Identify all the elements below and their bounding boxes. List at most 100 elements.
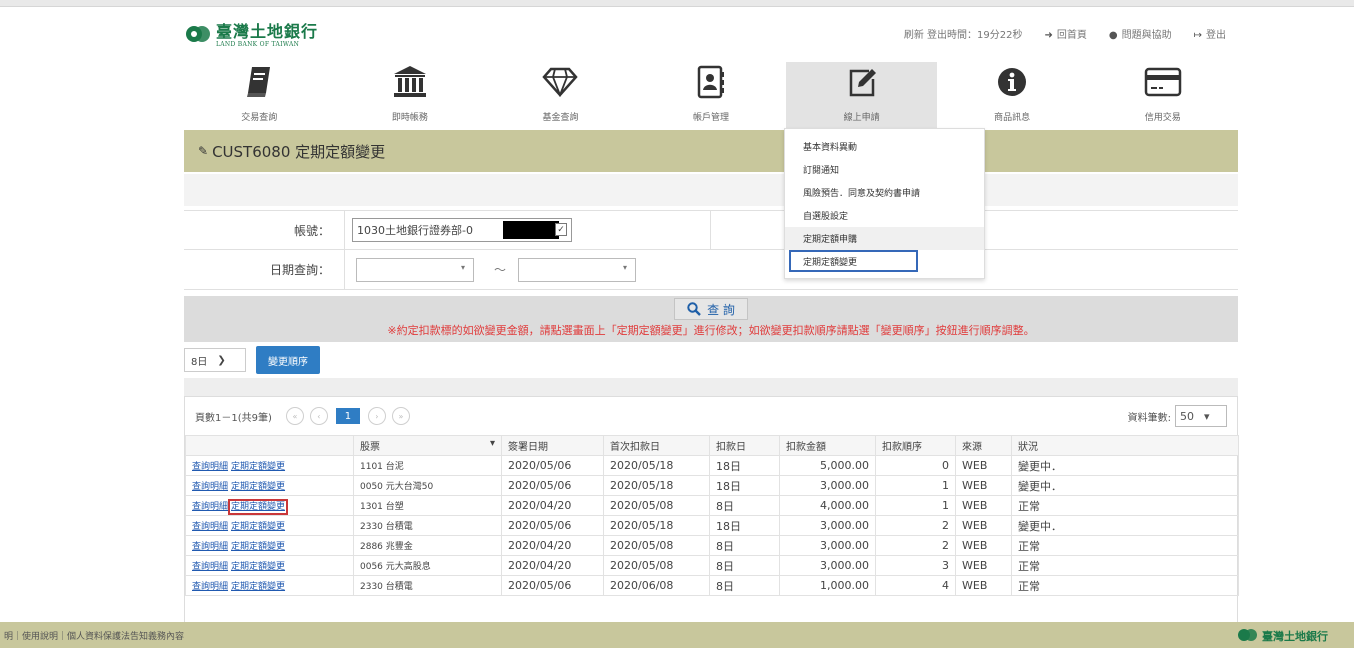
table-cell: WEB: [955, 455, 1012, 476]
change-link[interactable]: 定期定額變更: [231, 482, 285, 492]
table-cell: 2020/05/08: [603, 535, 710, 556]
table-cell: 2020/04/20: [501, 495, 604, 516]
table-row: 查詢明細 定期定額變更 0050 元大台灣50 2020/05/06 2020/05/1…: [185, 475, 1239, 496]
table-cell: 18日: [709, 475, 780, 496]
online-apply-menu: 基本資料異動 訂閱通知 風險預告．同意及契約書申請 自選股設定 定期定額申購 定…: [784, 128, 985, 279]
change-link[interactable]: 定期定額變更: [231, 462, 285, 472]
nav-item-transactions[interactable]: 交易查詢: [184, 62, 335, 128]
bank-logo[interactable]: 臺灣土地銀行 LAND BANK OF TAIWAN: [186, 18, 318, 52]
menu-item-regular-change[interactable]: 定期定額變更: [789, 250, 918, 272]
nav-item-funds[interactable]: 基金查詢: [485, 62, 636, 128]
menu-item-watchlist[interactable]: 自選股設定: [785, 204, 984, 227]
table-row: 查詢明細 定期定額變更 2330 台積電 2020/05/06 2020/05/18 18…: [185, 515, 1239, 536]
day-filter-select[interactable]: 8日 ❯: [184, 348, 246, 372]
chevron-down-icon: ❯: [217, 354, 226, 366]
table-cell: 2: [875, 515, 956, 536]
table-cell: 變更中．: [1011, 515, 1239, 536]
date-label: 日期查詢：: [269, 263, 330, 277]
home-link[interactable]: ➜ 回首頁: [1044, 26, 1086, 41]
prev-page-icon[interactable]: ‹: [309, 407, 328, 425]
results-panel: 頁數1－1(共9筆) « ‹ 1 › » 資料筆數: 50 ▾ 股票 ▾ 簽署日期…: [184, 396, 1239, 622]
row-actions: 查詢明細 定期定額變更: [185, 515, 354, 536]
menu-item-risk-agreement[interactable]: 風險預告．同意及契約書申請: [785, 181, 984, 204]
last-page-icon[interactable]: »: [391, 407, 410, 425]
detail-link[interactable]: 查詢明細: [192, 482, 228, 492]
start-date-select[interactable]: ▾: [356, 257, 474, 282]
chevron-down-icon: ▾: [623, 262, 628, 272]
column-header: 簽署日期: [501, 435, 604, 456]
table-cell: 1,000.00: [779, 575, 876, 596]
detail-link[interactable]: 查詢明細: [192, 582, 228, 592]
footer-links[interactable]: 明｜使用說明｜個人資料保護法告知義務內容: [4, 629, 184, 642]
table-cell: 3,000.00: [779, 555, 876, 576]
end-date-select[interactable]: ▾: [518, 257, 637, 282]
menu-item-regular-purchase[interactable]: 定期定額申購: [785, 227, 984, 250]
refresh-link[interactable]: 刷新 登出時間：19分22秒: [904, 26, 1023, 41]
query-button[interactable]: 查 詢: [674, 298, 748, 320]
change-link[interactable]: 定期定額變更: [231, 522, 285, 532]
table-cell: 1: [875, 495, 956, 516]
detail-link[interactable]: 查詢明細: [192, 542, 228, 552]
table-cell: 1301 台塑: [353, 495, 502, 516]
table-cell: 3,000.00: [779, 475, 876, 496]
table-cell: 2020/05/18: [603, 475, 710, 496]
table-cell: 8日: [709, 575, 780, 596]
help-link[interactable]: ● 問題與協助: [1109, 26, 1172, 41]
current-page[interactable]: 1: [335, 408, 360, 424]
table-header-row: 股票 ▾ 簽署日期 首次扣款日 扣款日 扣款金額 扣款順序 來源 狀況: [185, 435, 1239, 456]
footer: 明｜使用說明｜個人資料保護法告知義務內容: [0, 622, 1354, 648]
change-link[interactable]: 定期定額變更: [228, 499, 289, 515]
detail-link[interactable]: 查詢明細: [192, 462, 228, 472]
page-info: 頁數1－1(共9筆): [195, 412, 272, 424]
column-header[interactable]: 股票 ▾: [353, 435, 502, 456]
table-cell: 4: [875, 575, 956, 596]
detail-link[interactable]: 查詢明細: [192, 522, 228, 532]
search-icon: [687, 302, 701, 316]
table-cell: 3,000.00: [779, 535, 876, 556]
change-link[interactable]: 定期定額變更: [231, 542, 285, 552]
date-separator: ～: [494, 263, 507, 277]
page-title-bar: ✎ CUST6080 定期定額變更: [184, 130, 1238, 172]
row-actions: 查詢明細 定期定額變更: [185, 575, 354, 596]
column-header: 扣款順序: [875, 435, 956, 456]
table-cell: 2020/04/20: [501, 555, 604, 576]
table-cell: 18日: [709, 515, 780, 536]
table-cell: 2020/05/08: [603, 555, 710, 576]
change-order-button[interactable]: 變更順序: [256, 346, 320, 374]
table-cell: 3,000.00: [779, 515, 876, 536]
table-cell: 5,000.00: [779, 455, 876, 476]
rows-per-page-select[interactable]: 50 ▾: [1175, 405, 1227, 427]
nav-item-account-management[interactable]: 帳戶管理: [636, 62, 787, 128]
next-page-icon[interactable]: ›: [367, 407, 386, 425]
change-link[interactable]: 定期定額變更: [231, 562, 285, 572]
nav-item-product-info[interactable]: 商品訊息: [937, 62, 1088, 128]
table-cell: 2020/05/06: [501, 455, 604, 476]
pagination: 頁數1－1(共9筆) « ‹ 1 › » 資料筆數: 50 ▾: [185, 397, 1237, 435]
detail-link[interactable]: 查詢明細: [192, 502, 228, 512]
menu-item-subscribe[interactable]: 訂閱通知: [785, 158, 984, 181]
table-cell: 8日: [709, 495, 780, 516]
logout-icon: ↦: [1193, 30, 1202, 41]
detail-link[interactable]: 查詢明細: [192, 562, 228, 572]
nav-item-online-apply[interactable]: 線上申請: [786, 62, 937, 128]
table-cell: 2020/05/18: [603, 515, 710, 536]
nav-item-accounts[interactable]: 即時帳務: [335, 62, 486, 128]
logo-name-en: LAND BANK OF TAIWAN: [216, 40, 300, 48]
table-cell: 正常: [1011, 555, 1239, 576]
logout-link[interactable]: ↦ 登出: [1194, 26, 1226, 41]
rows-per-page: 資料筆數: 50 ▾: [1128, 405, 1227, 427]
change-link[interactable]: 定期定額變更: [231, 582, 285, 592]
table-row: 查詢明細 定期定額變更 0056 元大高股息 2020/04/20 2020/05/08…: [185, 555, 1239, 576]
column-header: 扣款日: [709, 435, 780, 456]
nav-item-credit[interactable]: 信用交易: [1087, 62, 1238, 128]
account-select[interactable]: 1030土地銀行證券部-0 ✓: [352, 218, 572, 242]
logo-name-cn: 臺灣土地銀行: [216, 21, 319, 41]
user-pen-icon: ✎: [198, 144, 209, 158]
table-cell: 2020/05/08: [603, 495, 710, 516]
list-controls: 8日 ❯ 變更順序: [184, 346, 320, 374]
chevron-down-icon: ▾: [460, 262, 465, 272]
table-cell: WEB: [955, 515, 1012, 536]
first-page-icon[interactable]: «: [285, 407, 304, 425]
contact-icon: [691, 64, 731, 100]
menu-item-profile-change[interactable]: 基本資料異動: [785, 135, 984, 158]
